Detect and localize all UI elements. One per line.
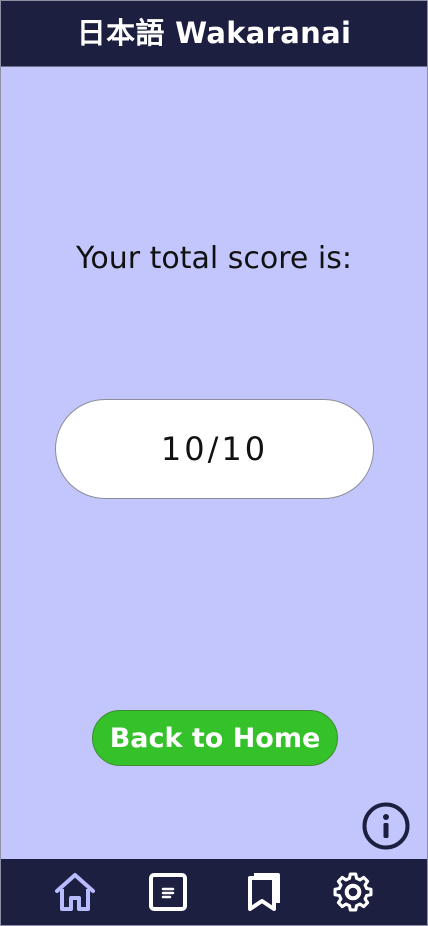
page-icon [148, 873, 187, 911]
home-icon [55, 873, 96, 911]
gear-icon [333, 872, 373, 912]
score-label: Your total score is: [76, 241, 352, 276]
score-value: 10/10 [160, 430, 269, 468]
app-title: 日本語 Wakaranai [76, 16, 352, 50]
info-icon [362, 802, 410, 850]
back-to-home-button[interactable]: Back to Home [92, 710, 338, 766]
nav-lessons[interactable] [143, 867, 193, 917]
score-display: 10/10 [55, 399, 374, 499]
nav-bookmarks[interactable] [235, 867, 285, 917]
info-button[interactable] [362, 802, 410, 850]
app-header: 日本語 Wakaranai [1, 1, 427, 67]
nav-home[interactable] [50, 867, 100, 917]
quiz-result-screen: 日本語 Wakaranai Your total score is: 10/10… [0, 0, 428, 926]
nav-settings[interactable] [328, 867, 378, 917]
bottom-navigation [1, 859, 427, 925]
bookmark-icon [248, 873, 281, 911]
